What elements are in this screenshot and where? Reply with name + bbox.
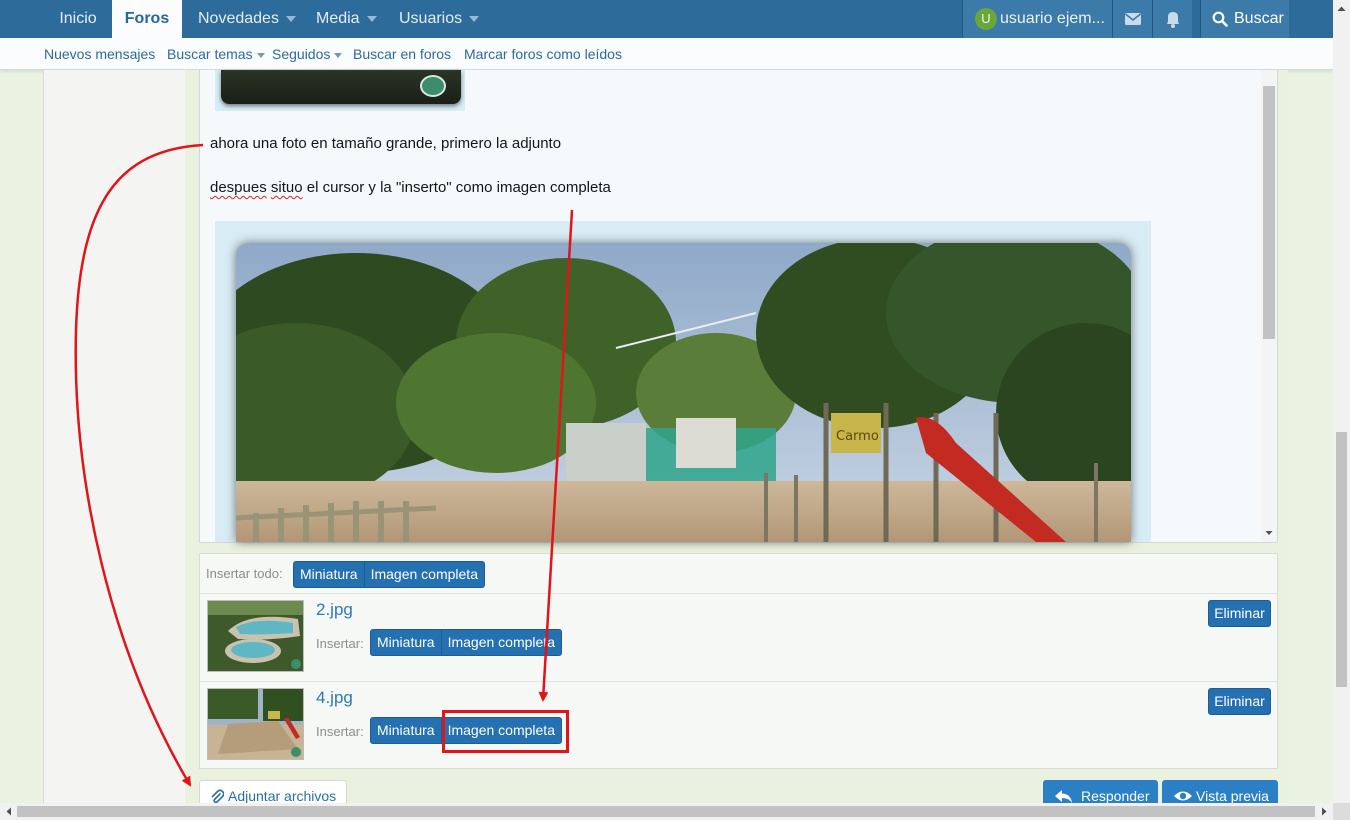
subnav-label: Buscar temas	[167, 46, 253, 62]
search-icon	[1212, 11, 1228, 27]
eye-icon	[1174, 791, 1192, 801]
insert-all-label: Insertar todo:	[206, 566, 283, 581]
subnav-label: Marcar foros como leídos	[464, 46, 622, 62]
chevron-down-icon	[366, 15, 377, 22]
search-label: Buscar	[1234, 10, 1284, 27]
sign-text: Carmo	[836, 429, 879, 444]
attach-files-label: Adjuntar archivos	[228, 788, 337, 804]
insert-thumbnail-button[interactable]: Miniatura	[371, 718, 441, 743]
scroll-down-arrow-icon[interactable]	[1261, 528, 1277, 538]
subnav-seguidos[interactable]: Seguidos	[272, 38, 343, 70]
avatar: U	[975, 8, 997, 30]
insert-all-thumbnail-button[interactable]: Miniatura	[294, 562, 364, 587]
inline-thumbnail	[215, 70, 465, 111]
bell-icon	[1167, 12, 1179, 28]
subnav-label: Nuevos mensajes	[44, 46, 156, 62]
insert-label: Insertar:	[316, 636, 364, 651]
insert-full-image-button[interactable]: Imagen completa	[440, 630, 561, 655]
editor-line-2-text: el cursor y la "inserto" como imagen com…	[302, 179, 611, 196]
attachment-filename[interactable]: 2.jpg	[316, 600, 353, 620]
watermark-logo	[420, 75, 446, 97]
divider	[200, 593, 1277, 594]
inserted-full-image[interactable]: Carmo	[215, 221, 1151, 542]
insert-all-full-button[interactable]: Imagen completa	[363, 562, 484, 587]
top-navigation: Inicio Foros Novedades Media Usuarios U …	[0, 0, 1333, 38]
page-scrollbar[interactable]	[1333, 0, 1350, 803]
attachment-thumbnail[interactable]	[207, 600, 304, 672]
scroll-right-arrow-icon[interactable]	[1318, 803, 1330, 820]
editor-line-1: ahora una foto en tamaño grande, primero…	[210, 135, 562, 152]
attachment-thumbnail[interactable]	[207, 688, 304, 760]
insert-label: Insertar:	[316, 724, 364, 739]
tab-media[interactable]: Media	[316, 0, 377, 38]
insert-buttons: Miniatura Imagen completa	[370, 629, 562, 656]
insert-all-buttons: Miniatura Imagen completa	[293, 561, 485, 588]
pool-photo-thumbnail	[208, 601, 303, 671]
page-scrollbar-thumb[interactable]	[1336, 432, 1347, 687]
chevron-down-icon	[469, 15, 480, 22]
horizontal-scrollbar-thumb[interactable]	[17, 806, 1315, 817]
tab-media-label: Media	[316, 10, 360, 27]
chevron-down-icon	[334, 52, 343, 58]
reply-arrow-icon	[1055, 790, 1072, 803]
scroll-left-arrow-icon[interactable]	[3, 803, 15, 820]
envelope-icon	[1125, 13, 1141, 25]
sub-navigation: Nuevos mensajes Buscar temas Seguidos Bu…	[0, 38, 1333, 70]
chevron-down-icon	[256, 52, 265, 58]
delete-attachment-button[interactable]: Eliminar	[1208, 688, 1271, 715]
tab-novedades-label: Novedades	[198, 10, 279, 27]
misspelled-word[interactable]: situo	[271, 179, 303, 196]
tab-inicio[interactable]: Inicio	[43, 0, 113, 38]
search-button[interactable]: Buscar	[1200, 0, 1289, 38]
subnav-marcar-leidos[interactable]: Marcar foros como leídos	[464, 38, 622, 70]
attachment-filename[interactable]: 4.jpg	[316, 688, 353, 708]
scroll-up-arrow-icon[interactable]	[1333, 3, 1350, 15]
username: usuario ejem...	[1000, 10, 1105, 27]
annotation-highlight-box	[442, 710, 569, 753]
horizontal-scrollbar[interactable]	[0, 803, 1333, 820]
alerts-button[interactable]	[1152, 0, 1192, 38]
delete-attachment-button[interactable]: Eliminar	[1208, 600, 1271, 627]
playground-photo-thumbnail	[208, 689, 303, 759]
tab-novedades[interactable]: Novedades	[198, 0, 296, 38]
scrollbar-corner	[1333, 803, 1350, 820]
playground-photo: Carmo	[236, 243, 1131, 542]
playground-photo-illustration: Carmo	[236, 243, 1131, 542]
subnav-nuevos-mensajes[interactable]: Nuevos mensajes	[44, 38, 155, 70]
user-menu[interactable]: U usuario ejem...	[962, 0, 1112, 38]
subnav-label: Seguidos	[272, 46, 331, 62]
editor-scrollbar[interactable]	[1261, 70, 1277, 542]
chevron-down-icon	[285, 15, 296, 22]
subnav-buscar-en-foros[interactable]: Buscar en foros	[353, 38, 451, 70]
editor-line-2: despues situo el cursor y la "inserto" c…	[210, 179, 611, 196]
tab-usuarios-label: Usuarios	[399, 10, 463, 27]
tab-foros[interactable]: Foros	[112, 0, 182, 38]
subnav-label: Buscar en foros	[353, 46, 452, 62]
paperclip-icon	[211, 789, 225, 804]
tab-usuarios[interactable]: Usuarios	[399, 0, 480, 38]
editor-scrollbar-thumb[interactable]	[1263, 86, 1275, 339]
inbox-button[interactable]	[1112, 0, 1152, 38]
insert-thumbnail-button[interactable]: Miniatura	[371, 630, 441, 655]
misspelled-word[interactable]: despues	[210, 179, 267, 196]
divider	[200, 681, 1277, 682]
subnav-buscar-temas[interactable]: Buscar temas	[167, 38, 265, 70]
tab-inicio-label: Inicio	[59, 10, 97, 27]
tab-foros-label: Foros	[124, 10, 170, 27]
